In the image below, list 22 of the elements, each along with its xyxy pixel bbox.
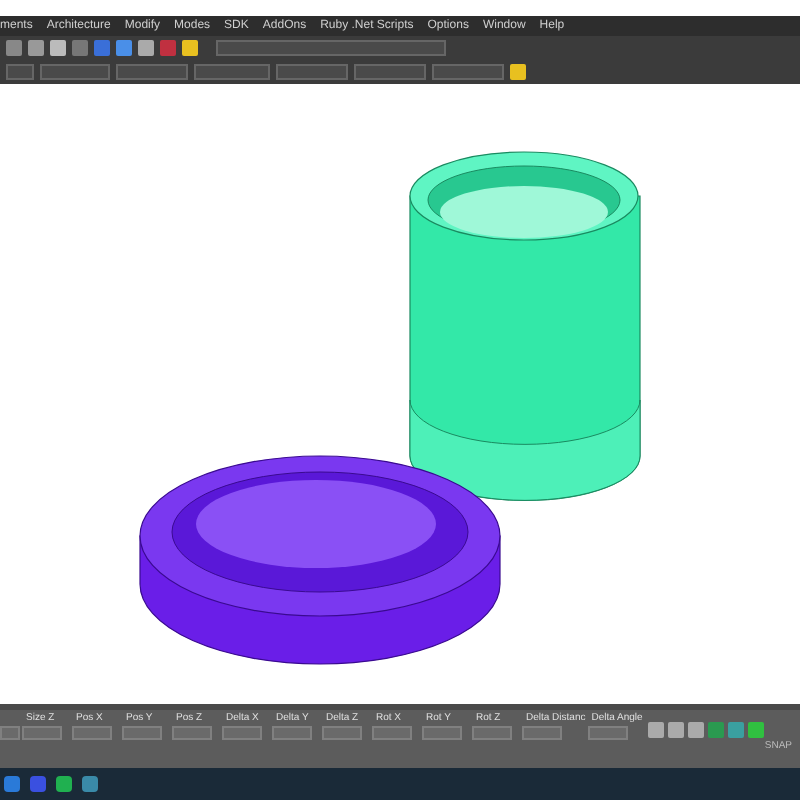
input-field[interactable] — [122, 726, 162, 740]
dropdown[interactable] — [116, 64, 188, 80]
dropdown[interactable] — [40, 64, 110, 80]
dropdown[interactable] — [216, 40, 446, 56]
input-field[interactable] — [22, 726, 62, 740]
input-field[interactable] — [272, 726, 312, 740]
input-field[interactable] — [0, 726, 20, 740]
input-field[interactable] — [72, 726, 112, 740]
input-field[interactable] — [372, 726, 412, 740]
input-field[interactable] — [322, 726, 362, 740]
input-field[interactable] — [587, 726, 628, 740]
dropdown[interactable] — [276, 64, 348, 80]
input-field[interactable] — [522, 726, 562, 740]
input-field[interactable] — [472, 726, 512, 740]
dropdown[interactable] — [432, 64, 504, 80]
input-field[interactable] — [172, 726, 212, 740]
input-field[interactable] — [422, 726, 462, 740]
input-field[interactable] — [222, 726, 262, 740]
dropdown[interactable] — [354, 64, 426, 80]
dropdown[interactable] — [194, 64, 270, 80]
dropdown[interactable] — [6, 64, 34, 80]
toolbar-icon[interactable] — [510, 64, 526, 80]
